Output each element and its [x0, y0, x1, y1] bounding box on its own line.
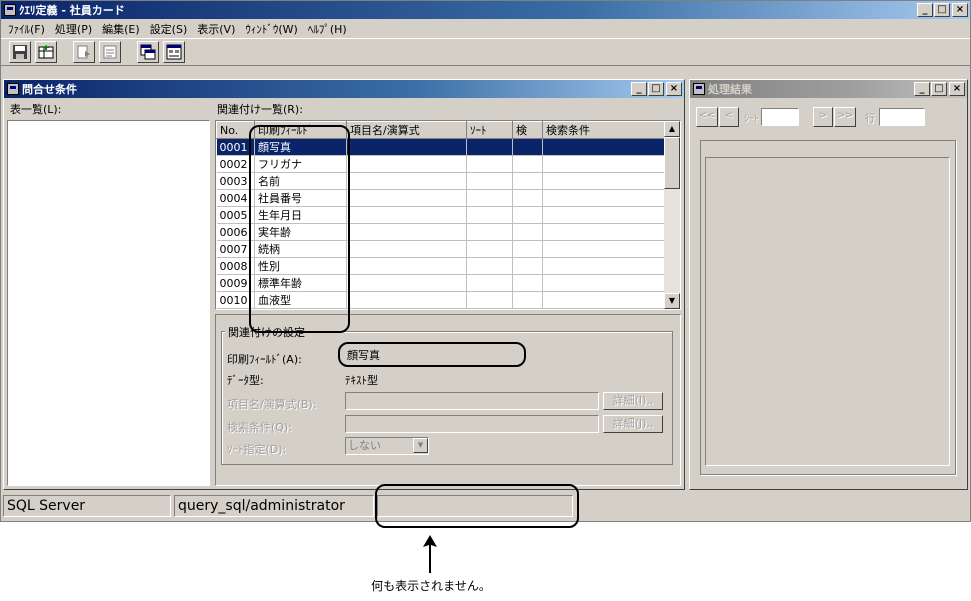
query-maximize-button[interactable]: □ [648, 82, 664, 96]
nav-next-button[interactable]: > [813, 107, 833, 127]
close-button[interactable]: × [952, 3, 968, 17]
nav-first-button[interactable]: << [696, 107, 718, 127]
query-window-icon [7, 83, 19, 95]
scroll-thumb[interactable] [664, 137, 680, 189]
search-detail-button[interactable]: 詳細(J).. [603, 415, 663, 433]
sort-select-value: しない [348, 439, 381, 452]
menu-window[interactable]: ｳｨﾝﾄﾞｳ(W) [240, 21, 302, 37]
search-cond-input[interactable] [345, 415, 599, 433]
result-display-area [700, 140, 956, 475]
save-icon [13, 45, 27, 59]
query-window-tool-button[interactable] [137, 41, 159, 63]
result-window-tool-button[interactable] [163, 41, 185, 63]
result-close-button[interactable]: × [949, 82, 965, 96]
result-maximize-button[interactable]: □ [931, 82, 947, 96]
menu-bar: ﾌｧｲﾙ(F) 処理(P) 編集(E) 設定(S) 表示(V) ｳｨﾝﾄﾞｳ(W… [1, 19, 970, 38]
data-type-value: ﾃｷｽﾄ型 [345, 374, 378, 387]
sort-label: ｿｰﾄ指定(D): [227, 443, 287, 456]
scroll-up-button[interactable]: ▲ [664, 121, 680, 137]
app-title: ｸｴﾘ定義 - 社員カード [19, 4, 125, 17]
query-conditions-window: 問合せ条件 _ □ × 表一覧(L): 関連付け一覧(R): No. 印刷ﾌｨｰ… [3, 79, 685, 490]
result-window: 処理結果 _ □ × << < ｼｰﾄ > >> 行 [689, 79, 968, 490]
save-tool-button[interactable] [9, 41, 31, 63]
status-filler [576, 495, 969, 517]
arrow-up-icon [423, 535, 437, 573]
col-header-sort[interactable]: ｿｰﾄ [466, 121, 513, 139]
item-detail-button[interactable]: 詳細(I).. [603, 392, 663, 410]
grid-vertical-scrollbar[interactable]: ▲ ▼ [664, 121, 680, 309]
related-list-label: 関連付け一覧(R): [217, 103, 303, 116]
search-cond-label: 検索条件(Q): [227, 421, 292, 434]
result-nav-bar: << < ｼｰﾄ > >> 行 [696, 107, 925, 127]
col-header-search-cond[interactable]: 検索条件 [542, 121, 664, 139]
query-close-button[interactable]: × [666, 82, 682, 96]
table-list-pane: 表一覧(L): [7, 101, 210, 486]
open-table-tool-button[interactable] [35, 41, 57, 63]
nav-prev-button[interactable]: < [719, 107, 739, 127]
result-minimize-button[interactable]: _ [914, 82, 930, 96]
app-icon [4, 4, 16, 16]
status-connection: query_sql/administrator [174, 495, 374, 517]
data-type-label: ﾃﾞｰﾀ型: [227, 374, 264, 387]
col-header-item-name[interactable]: 項目名/演算式 [346, 121, 467, 139]
query-window-icon [140, 44, 156, 60]
menu-file[interactable]: ﾌｧｲﾙ(F) [3, 21, 50, 37]
annotation-caption: 何も表示されません。 [371, 579, 491, 593]
result-preview-frame [705, 157, 950, 466]
status-server: SQL Server [3, 495, 171, 517]
annotation-print-field-highlight [338, 342, 526, 367]
settings-area: 関連付けの設定 印刷ﾌｨｰﾙﾄﾞ(A): 顔写真 ﾃﾞｰﾀ型: ﾃｷｽﾄ型 項目… [215, 314, 681, 486]
query-minimize-button[interactable]: _ [631, 82, 647, 96]
table-icon [38, 45, 54, 59]
sheet-input[interactable] [761, 108, 799, 126]
item-name-label: 項目名/演算式(B): [227, 398, 317, 411]
result-window-icon [166, 44, 182, 60]
toolbar [1, 38, 970, 66]
table-list-box[interactable] [7, 120, 210, 486]
print-field-label: 印刷ﾌｨｰﾙﾄﾞ(A): [227, 353, 302, 366]
menu-process[interactable]: 処理(P) [50, 21, 97, 37]
list-icon [103, 45, 117, 59]
sort-select[interactable]: しない ▼ [345, 437, 429, 455]
maximize-button[interactable]: □ [934, 3, 950, 17]
app-window: ｸｴﾘ定義 - 社員カード _ □ × ﾌｧｲﾙ(F) 処理(P) 編集(E) … [0, 0, 971, 522]
query-window-title: 問合せ条件 [22, 83, 77, 96]
relation-pane: 関連付け一覧(R): No. 印刷ﾌｨｰﾙﾄﾞ 項目名/演算式 ｿｰﾄ 検 検索… [215, 101, 681, 486]
query-window-title-bar[interactable]: 問合せ条件 _ □ × [4, 80, 684, 98]
item-name-input[interactable] [345, 392, 599, 410]
nav-last-button[interactable]: >> [834, 107, 856, 127]
minimize-button[interactable]: _ [917, 3, 933, 17]
export-tool-button[interactable] [73, 41, 95, 63]
result-window-title: 処理結果 [708, 83, 752, 96]
chevron-down-icon[interactable]: ▼ [413, 438, 428, 453]
list-tool-button[interactable] [99, 41, 121, 63]
export-icon [77, 45, 90, 59]
annotation-column-highlight [249, 125, 350, 333]
result-window-icon [693, 83, 705, 95]
sheet-label: ｼｰﾄ [744, 113, 759, 125]
table-list-label: 表一覧(L): [10, 103, 62, 116]
row-input[interactable] [879, 108, 925, 126]
menu-help[interactable]: ﾍﾙﾌﾟ(H) [303, 21, 352, 37]
menu-settings[interactable]: 設定(S) [145, 21, 193, 37]
result-window-title-bar[interactable]: 処理結果 _ □ × [690, 80, 967, 98]
scroll-down-button[interactable]: ▼ [664, 293, 680, 309]
menu-view[interactable]: 表示(V) [192, 21, 240, 37]
row-label: 行 [865, 113, 875, 125]
menu-edit[interactable]: 編集(E) [97, 21, 145, 37]
annotation-status-highlight [375, 484, 579, 528]
app-title-bar[interactable]: ｸｴﾘ定義 - 社員カード _ □ × [1, 1, 970, 19]
col-header-search[interactable]: 検 [512, 121, 543, 139]
